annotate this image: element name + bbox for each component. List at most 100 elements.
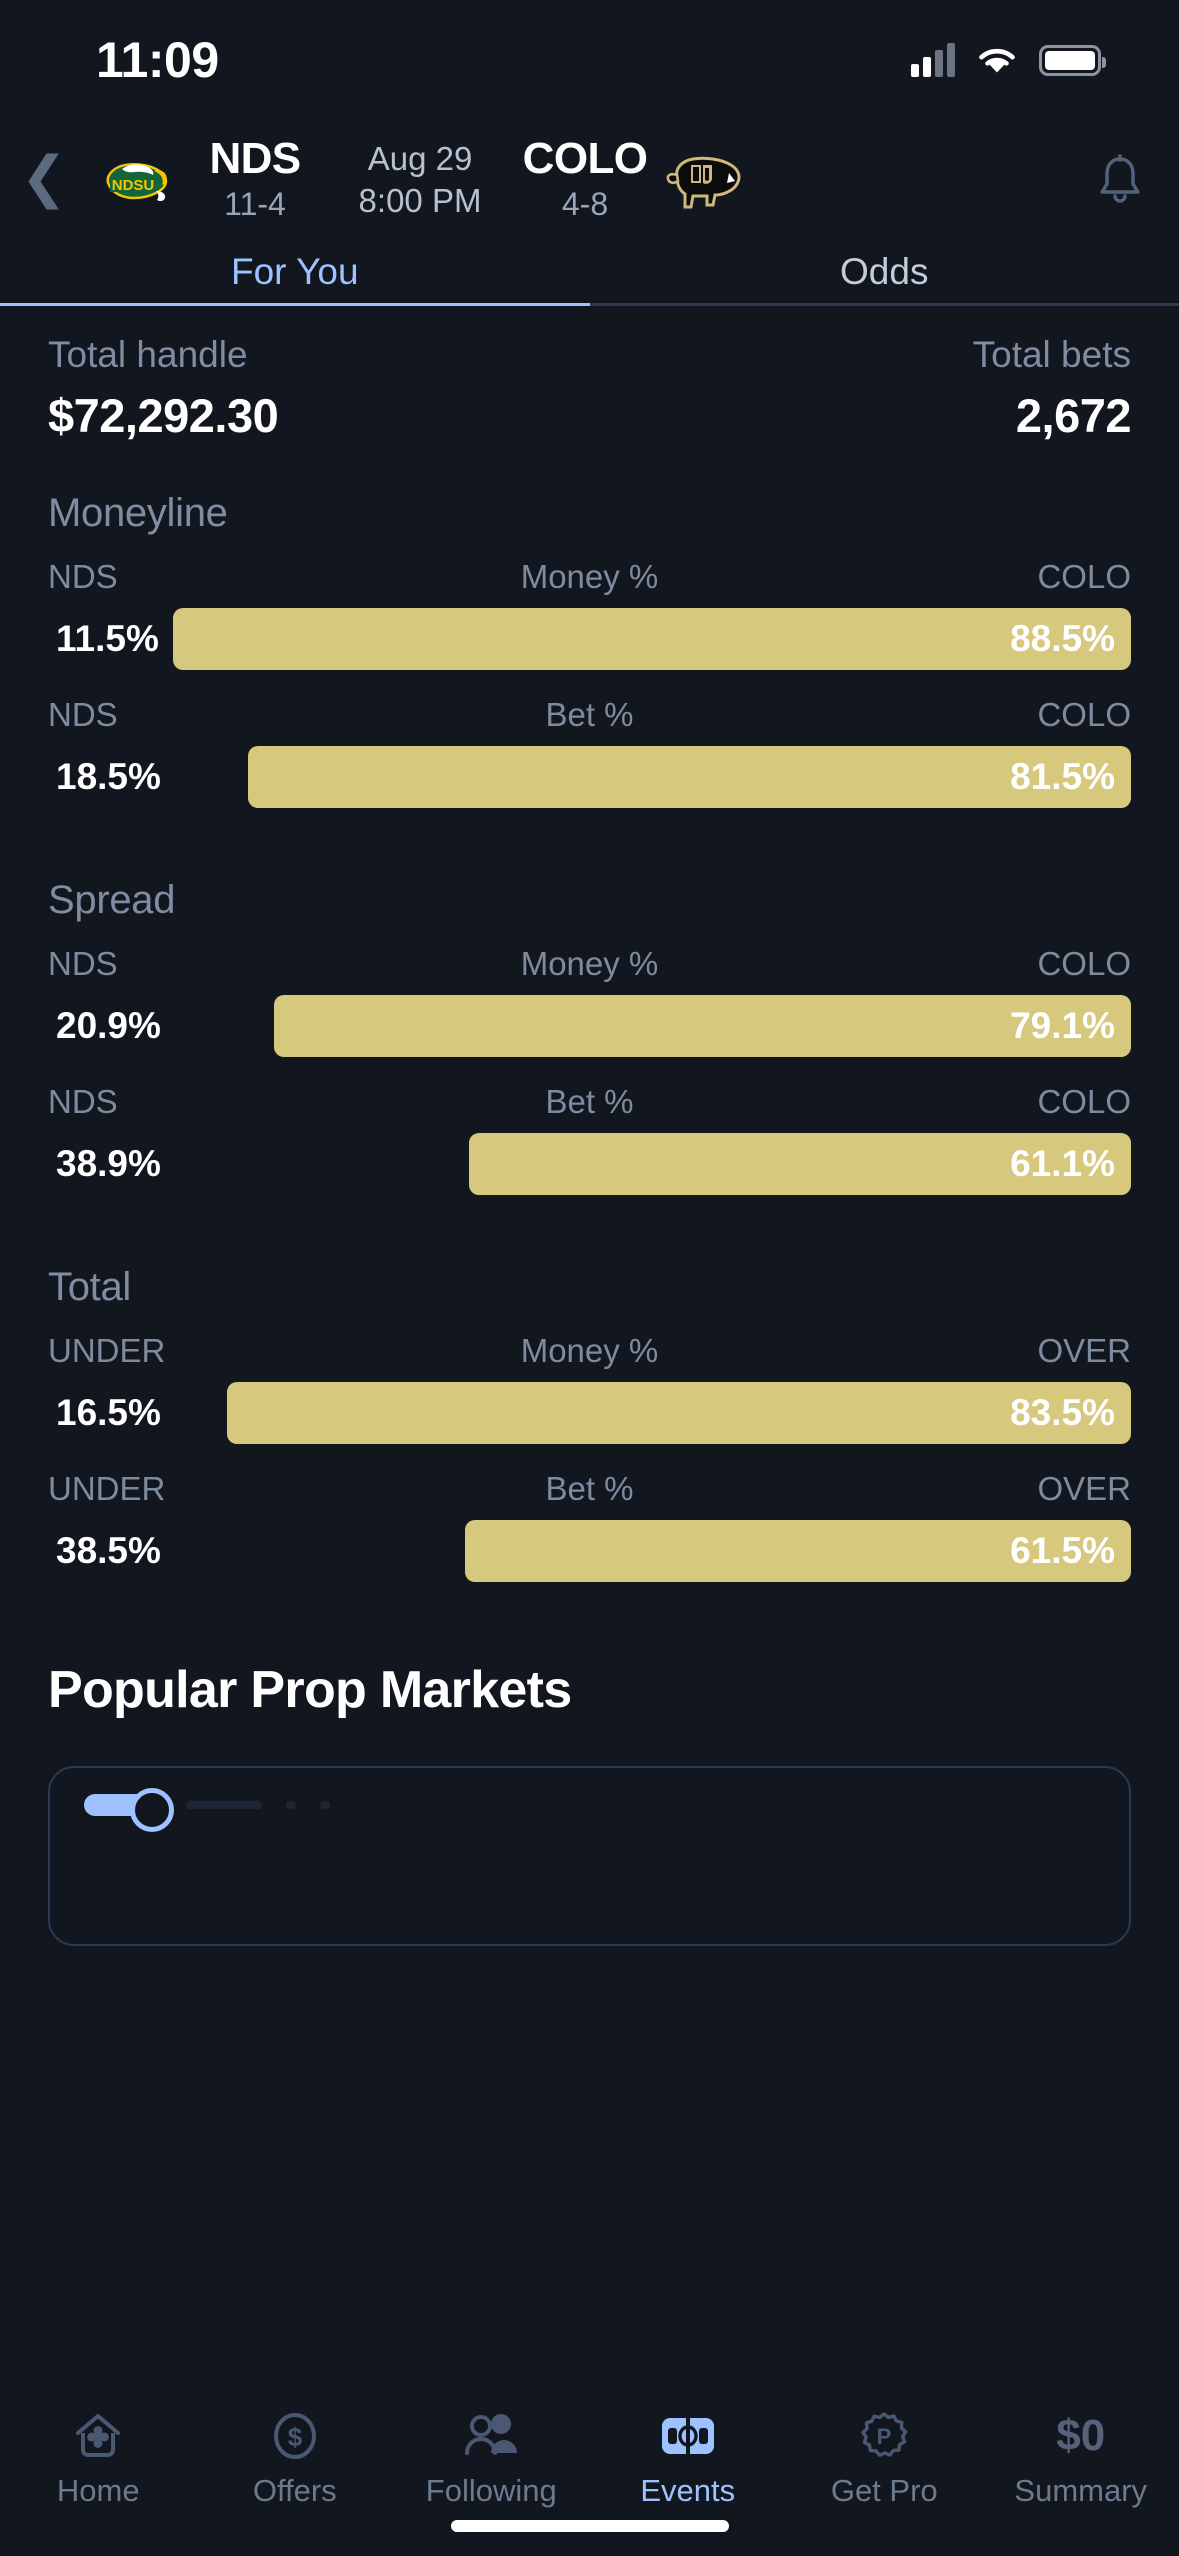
split-row: UNDER Bet % OVER 38.5% 61.5% — [48, 1470, 1131, 1582]
nav-item-summary[interactable]: $0 Summary — [983, 2409, 1179, 2509]
home-indicator — [450, 2520, 729, 2532]
nav-item-following[interactable]: Following — [393, 2409, 590, 2509]
main-content: Total handle $72,292.30 Total bets 2,672… — [0, 306, 1179, 1946]
status-icons — [911, 43, 1106, 77]
popular-prop-markets-heading: Popular Prop Markets — [48, 1661, 572, 1719]
dollar-zero-icon: $0 — [1056, 2409, 1105, 2463]
total-handle-label: Total handle — [48, 334, 248, 375]
tab-for-you[interactable]: For You — [0, 238, 590, 306]
split-legend: UNDER Bet % OVER — [48, 1470, 1131, 1512]
prop-market-card[interactable] — [48, 1766, 1131, 1946]
notification-bell-button[interactable] — [1061, 153, 1179, 207]
colorado-buffaloes-logo — [660, 147, 752, 213]
tab-odds[interactable]: Odds — [590, 238, 1179, 306]
ndsu-bison-logo: NDSU — [88, 149, 180, 211]
legend-metric: Money % — [520, 1332, 659, 1369]
split-bar: 11.5% 88.5% — [48, 608, 1131, 670]
back-button[interactable]: ❮ — [0, 149, 88, 211]
legend-metric: Money % — [520, 945, 659, 982]
market-moneyline: Moneyline NDS Money % COLO 11.5% 88.5% N… — [0, 491, 1179, 808]
bar-fill: 79.1% — [274, 995, 1131, 1057]
market-title: Total — [48, 1265, 131, 1309]
home-team-abbr: COLO — [522, 134, 648, 184]
split-legend: NDS Bet % COLO — [48, 1083, 1131, 1125]
nav-label: Home — [56, 2473, 140, 2508]
legend-metric: Bet % — [545, 1470, 634, 1507]
nav-label: Get Pro — [830, 2473, 938, 2508]
battery-icon — [1039, 44, 1106, 76]
right-percent: 83.5% — [1010, 1392, 1115, 1433]
total-handle-value: $72,292.30 — [48, 389, 279, 442]
svg-text:NDSU: NDSU — [112, 177, 155, 194]
legend-metric: Bet % — [545, 1083, 634, 1120]
dollar-circle-icon: $ — [269, 2409, 321, 2463]
total-handle: Total handle $72,292.30 — [48, 334, 279, 443]
summary-amount: $0 — [1056, 2411, 1106, 2460]
left-percent: 18.5% — [56, 756, 161, 797]
split-bar: 18.5% 81.5% — [48, 746, 1131, 808]
total-bets-value: 2,672 — [1015, 389, 1132, 442]
away-team-abbr: NDS — [209, 134, 301, 184]
nav-item-home[interactable]: Home — [0, 2409, 197, 2509]
placeholder-line — [186, 1801, 262, 1809]
bar-fill: 88.5% — [172, 608, 1131, 670]
bar-fill: 81.5% — [248, 746, 1131, 808]
split-row: UNDER Money % OVER 16.5% 83.5% — [48, 1332, 1131, 1444]
people-icon — [462, 2409, 520, 2463]
nav-label: Summary — [1014, 2473, 1148, 2508]
split-legend: NDS Money % COLO — [48, 558, 1131, 600]
nav-item-events[interactable]: Events — [590, 2409, 787, 2509]
market-title: Spread — [48, 878, 176, 922]
summary-totals: Total handle $72,292.30 Total bets 2,672 — [0, 306, 1179, 443]
home-clover-icon — [72, 2409, 124, 2463]
split-row: NDS Money % COLO 11.5% 88.5% — [48, 558, 1131, 670]
game-header: ❮ NDSU NDS 11-4 Aug 29 8:00 PM COLO 4-8 — [0, 125, 1179, 235]
slider-icon — [84, 1788, 174, 1832]
svg-text:$: $ — [288, 2422, 303, 2452]
total-bets: Total bets 2,672 — [973, 334, 1132, 443]
svg-text:P: P — [877, 2424, 892, 2449]
split-legend: NDS Money % COLO — [48, 945, 1131, 987]
status-time: 11:09 — [96, 32, 219, 88]
status-bar: 11:09 — [0, 0, 1179, 108]
right-percent: 81.5% — [1010, 756, 1115, 797]
right-percent: 61.1% — [1010, 1143, 1115, 1184]
nav-item-get-pro[interactable]: P Get Pro — [786, 2409, 983, 2509]
section-tabs: For You Odds — [0, 238, 1179, 306]
bar-fill: 61.1% — [469, 1133, 1131, 1195]
market-title: Moneyline — [48, 491, 228, 535]
home-team-record: 4-8 — [561, 185, 609, 222]
placeholder-line — [286, 1801, 296, 1809]
split-row: NDS Bet % COLO 18.5% 81.5% — [48, 696, 1131, 808]
split-row: NDS Bet % COLO 38.9% 61.1% — [48, 1083, 1131, 1195]
split-bar: 38.9% 61.1% — [48, 1133, 1131, 1195]
game-time: 8:00 PM — [358, 182, 482, 219]
split-row: NDS Money % COLO 20.9% 79.1% — [48, 945, 1131, 1057]
legend-metric: Bet % — [545, 696, 634, 733]
market-total: Total UNDER Money % OVER 16.5% 83.5% UND… — [0, 1265, 1179, 1582]
bar-fill: 83.5% — [226, 1382, 1131, 1444]
split-legend: NDS Bet % COLO — [48, 696, 1131, 738]
left-percent: 11.5% — [56, 618, 159, 659]
nav-label: Offers — [252, 2473, 337, 2508]
wifi-icon — [979, 48, 1015, 72]
left-percent: 16.5% — [56, 1392, 161, 1433]
split-bar: 38.5% 61.5% — [48, 1520, 1131, 1582]
placeholder-line — [320, 1801, 330, 1809]
split-bar: 20.9% 79.1% — [48, 995, 1131, 1057]
prop-card-placeholder-row — [84, 1788, 1095, 1832]
right-percent: 79.1% — [1010, 1005, 1115, 1046]
right-percent: 88.5% — [1010, 618, 1115, 659]
cellular-signal-icon — [911, 43, 955, 77]
nav-item-offers[interactable]: $ Offers — [197, 2409, 394, 2509]
game-datetime: Aug 29 8:00 PM — [330, 138, 510, 222]
nav-label: Following — [425, 2473, 557, 2508]
away-team: NDS 11-4 — [180, 136, 330, 224]
home-team: COLO 4-8 — [510, 136, 660, 224]
bar-fill: 61.5% — [464, 1520, 1131, 1582]
away-team-record: 11-4 — [224, 185, 286, 222]
right-percent: 61.5% — [1010, 1530, 1115, 1571]
game-date: Aug 29 — [367, 139, 473, 177]
pro-badge-icon: P — [858, 2409, 910, 2463]
bell-icon — [1100, 154, 1140, 203]
